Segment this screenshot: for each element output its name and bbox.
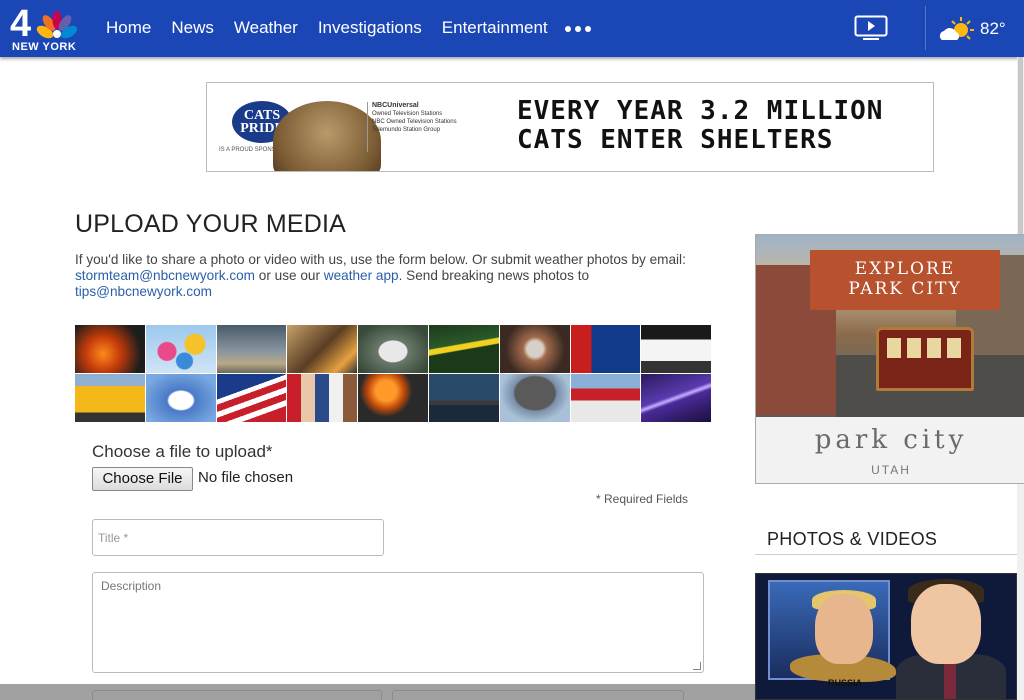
nav-link-home[interactable]: Home [106,18,151,38]
lightning-photo [641,374,712,422]
logo-city-text: NEW YORK [12,41,77,53]
police-tape-photo [428,325,499,373]
partner-line3: Telemundo Station Group [372,127,441,133]
more-dots-icon[interactable] [565,26,591,32]
photos-videos-heading: PHOTOS & VIDEOS [767,529,938,549]
banner-ad[interactable]: CATS PRIDE IS A PROUD SPONSOR NBCUnivers… [206,82,934,172]
peacock-icon [36,11,78,39]
gas-prices-photo [570,325,641,373]
partner-line2: NBC Owned Television Stations [372,119,457,125]
balloons-photo [145,325,216,373]
explore-line2: PARK CITY [848,279,962,299]
scrollbar-thumb[interactable] [1018,57,1023,237]
banner-headline-line2: CATS ENTER SHELTERS [517,125,834,155]
hail-photo [499,325,570,373]
truck-fire-photo [358,374,428,422]
trolley-image [876,327,974,391]
explore-line1: EXPLORE [854,259,956,279]
intro-text-2: or use our [255,268,324,283]
choose-file-button[interactable]: Choose File [92,467,193,491]
bridge-photo [428,374,499,422]
flood-car-photo [358,325,428,373]
section-divider [755,554,1017,555]
page-title: UPLOAD YOUR MEDIA [75,210,347,238]
firefighters-photo [287,325,358,373]
smoke-plume-photo [499,374,570,422]
park-city-brand: park city [814,425,968,455]
nav-link-weather[interactable]: Weather [234,18,298,38]
fire-photo [75,325,145,373]
cat-fur-image [273,101,381,171]
logo-channel-number: 4 [10,3,31,45]
nav-link-news[interactable]: News [171,18,214,38]
sample-photo-grid [75,325,712,422]
video-inset-screen: RUSSIA [768,580,896,688]
partner-line1: Owned Television Stations [372,111,443,117]
primary-nav-links: Home News Weather Investigations Enterta… [106,18,568,38]
current-temperature[interactable]: 82° [980,19,1006,39]
intro-paragraph: If you'd like to share a photo or video … [75,252,705,300]
file-upload-label: Choose a file to upload* [92,442,273,461]
partner-title: NBCUniversal [372,102,419,109]
textarea-resize-handle[interactable] [693,662,701,670]
nav-divider [925,6,926,50]
nbc-new-york-logo[interactable]: 4 NEW YORK [10,3,82,55]
flag-photo [216,374,287,422]
video-thumbnail[interactable]: RUSSIA [755,573,1017,700]
intro-text-3: . Send breaking news photos to [398,268,590,283]
explore-headline: EXPLORE PARK CITY [810,250,1000,310]
top-navigation-bar: 4 NEW YORK Home News Weather Investigati… [0,0,1024,57]
police-car-photo [641,325,712,373]
park-city-logo-area: park city UTAH [756,417,1024,483]
tornado-photo [216,325,287,373]
play-video-icon[interactable] [854,15,888,41]
required-fields-note: * Required Fields [596,492,689,506]
helicopter-photo [145,374,216,422]
video-caption: RUSSIA [828,678,863,688]
nav-link-entertainment[interactable]: Entertainment [442,18,548,38]
crowd-photo [287,374,358,422]
weather-app-link[interactable]: weather app [324,268,399,283]
file-status-text: No file chosen [198,469,294,486]
partly-cloudy-icon[interactable] [937,16,975,44]
email-stormteam-link[interactable]: stormteam@nbcnewyork.com [75,268,255,283]
host-figure [911,584,981,664]
school-bus-photo [75,374,145,422]
title-input[interactable]: Title * [92,519,384,556]
title-placeholder: Title * [98,531,129,545]
banner-headline: EVERY YEAR 3.2 MILLION CATS ENTER SHELTE… [517,97,883,155]
nbc-universal-logo: NBCUniversal Owned Television Stations N… [367,102,467,152]
nav-link-investigations[interactable]: Investigations [318,18,422,38]
banner-headline-line1: EVERY YEAR 3.2 MILLION [517,96,884,126]
description-textarea[interactable]: Description [92,572,704,673]
email-tips-link[interactable]: tips@nbcnewyork.com [75,284,212,299]
utah-label: UTAH [871,463,911,477]
cyclone-coaster-photo [570,374,641,422]
park-city-ad[interactable]: EXPLORE PARK CITY park city UTAH [755,234,1024,484]
intro-text-1: If you'd like to share a photo or video … [75,252,686,267]
description-placeholder: Description [101,579,162,593]
